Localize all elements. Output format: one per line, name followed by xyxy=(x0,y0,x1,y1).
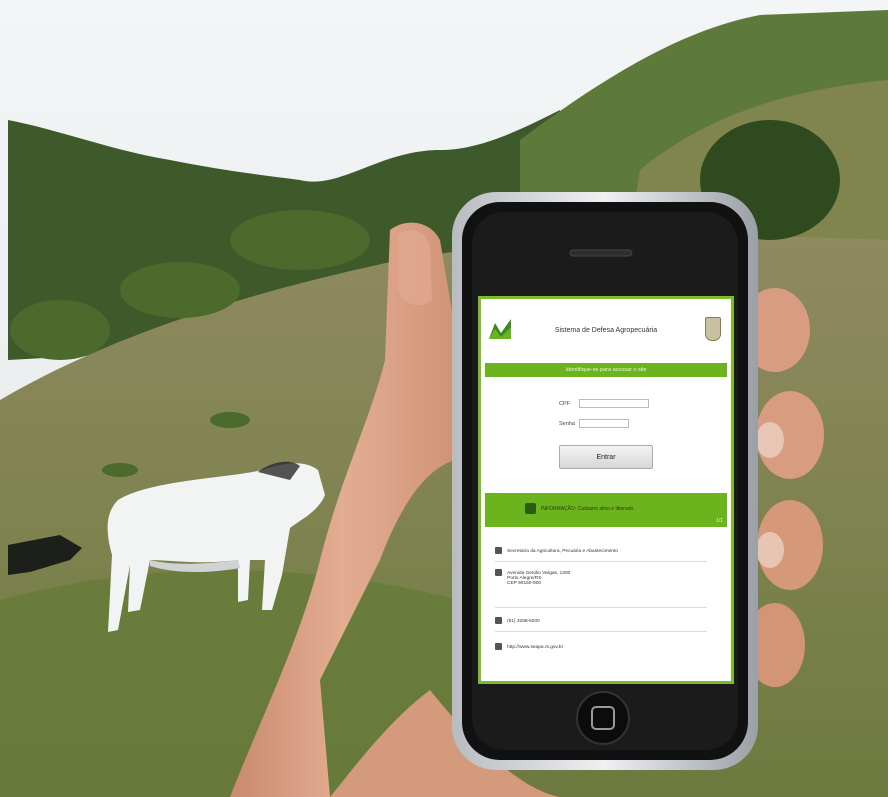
mobile-icon xyxy=(495,643,502,650)
phone-number: (51) 3288-6200 xyxy=(507,618,540,624)
senha-label: Senha xyxy=(559,421,575,427)
cpf-label: CPF xyxy=(559,401,570,407)
building-icon xyxy=(495,547,502,554)
divider xyxy=(495,607,707,608)
phone-row: (51) 3288-6200 xyxy=(495,617,717,624)
divider xyxy=(495,631,707,632)
home-button-icon xyxy=(576,691,630,745)
user-icon xyxy=(525,503,536,514)
org-name: Secretaria da Agricultura, Pecuária e Ab… xyxy=(507,548,618,554)
address-line-3: CEP 90150-900 xyxy=(507,581,542,586)
notice-count: 1/1 xyxy=(716,518,723,524)
photo-scene xyxy=(0,0,888,797)
entrar-button[interactable]: Entrar xyxy=(559,445,653,469)
phone-icon xyxy=(495,617,502,624)
login-banner: Identifique-se para acessar o site xyxy=(485,363,727,377)
site-title: Sistema de Defesa Agropecuária xyxy=(554,327,658,334)
senha-input[interactable] xyxy=(579,419,629,428)
map-icon xyxy=(495,569,502,576)
speaker-icon xyxy=(569,249,633,257)
state-crest-icon xyxy=(705,317,721,341)
cpf-input[interactable] xyxy=(579,399,649,408)
logo-icon xyxy=(489,319,511,339)
notice-bar: INFORMAÇÃO: Cadastro ativo e liberado 1/… xyxy=(485,493,727,527)
divider xyxy=(495,561,707,562)
phone-screen: Sistema de Defesa Agropecuária Identifiq… xyxy=(478,296,734,684)
login-form: CPF Senha Entrar xyxy=(481,393,731,483)
url-row: http://www.seapa.rs.gov.br xyxy=(495,643,717,650)
site-url[interactable]: http://www.seapa.rs.gov.br xyxy=(507,645,563,650)
notice-text: INFORMAÇÃO: Cadastro ativo e liberado xyxy=(541,506,634,512)
org-row: Secretaria da Agricultura, Pecuária e Ab… xyxy=(495,547,717,554)
site-header: Sistema de Defesa Agropecuária xyxy=(481,299,731,361)
address-row: Avenida Getúlio Vargas, 1300 Porto Alegr… xyxy=(495,569,717,586)
